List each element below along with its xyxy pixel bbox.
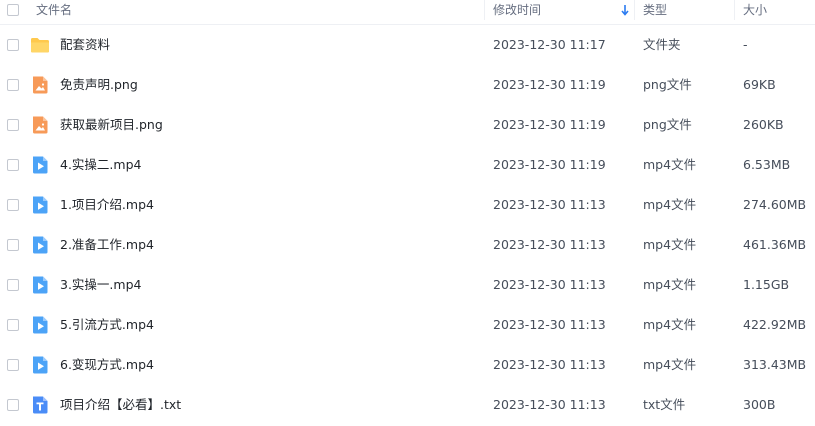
row-checkbox[interactable] <box>7 359 19 371</box>
file-name[interactable]: 项目介绍【必看】.txt <box>60 385 181 425</box>
file-modified-time: 2023-12-30 11:13 <box>493 277 606 292</box>
file-row[interactable]: 配套资料 2023-12-30 11:17 文件夹 - <box>0 25 815 65</box>
file-type: png文件 <box>643 77 692 92</box>
row-checkbox[interactable] <box>7 239 19 251</box>
file-modified-time: 2023-12-30 11:19 <box>493 77 606 92</box>
file-modified-time: 2023-12-30 11:19 <box>493 117 606 132</box>
row-checkbox[interactable] <box>7 399 19 411</box>
file-type: png文件 <box>643 117 692 132</box>
file-size: 300B <box>743 397 776 412</box>
file-modified-time: 2023-12-30 11:13 <box>493 197 606 212</box>
file-type: mp4文件 <box>643 197 697 212</box>
select-all-checkbox[interactable] <box>7 4 19 16</box>
file-name[interactable]: 2.准备工作.mp4 <box>60 225 154 265</box>
file-row[interactable]: 3.实操一.mp4 2023-12-30 11:13 mp4文件 1.15GB <box>0 265 815 305</box>
column-header-size[interactable]: 大小 <box>743 0 767 24</box>
file-name[interactable]: 6.变现方式.mp4 <box>60 345 154 385</box>
video-file-icon[interactable] <box>30 355 50 375</box>
file-size: 461.36MB <box>743 237 807 252</box>
column-divider[interactable] <box>734 0 735 20</box>
video-file-icon[interactable] <box>30 275 50 295</box>
video-file-icon[interactable] <box>30 315 50 335</box>
file-type: txt文件 <box>643 397 686 412</box>
column-header-type[interactable]: 类型 <box>643 0 667 24</box>
file-name[interactable]: 3.实操一.mp4 <box>60 265 141 305</box>
folder-icon[interactable] <box>30 35 50 55</box>
list-header: 文件名 修改时间 类型 大小 <box>0 0 815 25</box>
file-size: 69KB <box>743 77 776 92</box>
file-list: 文件名 修改时间 类型 大小 配套资料 2023-12-30 11:17 文件夹 - 免… <box>0 0 815 426</box>
row-checkbox[interactable] <box>7 319 19 331</box>
file-size: 313.43MB <box>743 357 807 372</box>
file-size: 1.15GB <box>743 277 790 292</box>
file-name[interactable]: 免责声明.png <box>60 65 138 105</box>
file-name[interactable]: 4.实操二.mp4 <box>60 145 141 185</box>
arrow-down-icon[interactable] <box>620 3 630 17</box>
file-modified-time: 2023-12-30 11:13 <box>493 237 606 252</box>
row-checkbox[interactable] <box>7 279 19 291</box>
text-file-icon[interactable] <box>30 395 50 415</box>
video-file-icon[interactable] <box>30 235 50 255</box>
file-row[interactable]: 免责声明.png 2023-12-30 11:19 png文件 69KB <box>0 65 815 105</box>
column-header-modified[interactable]: 修改时间 <box>493 0 541 24</box>
file-name[interactable]: 配套资料 <box>60 25 110 65</box>
file-modified-time: 2023-12-30 11:17 <box>493 37 606 52</box>
column-divider[interactable] <box>484 0 485 20</box>
file-modified-time: 2023-12-30 11:13 <box>493 397 606 412</box>
file-size: 274.60MB <box>743 197 807 212</box>
file-row[interactable]: 1.项目介绍.mp4 2023-12-30 11:13 mp4文件 274.60MB <box>0 185 815 225</box>
file-type: mp4文件 <box>643 157 697 172</box>
file-size: - <box>743 37 748 52</box>
column-divider[interactable] <box>634 0 635 20</box>
file-modified-time: 2023-12-30 11:19 <box>493 157 606 172</box>
file-type: mp4文件 <box>643 357 697 372</box>
file-type: mp4文件 <box>643 237 697 252</box>
file-row[interactable]: 获取最新项目.png 2023-12-30 11:19 png文件 260KB <box>0 105 815 145</box>
video-file-icon[interactable] <box>30 195 50 215</box>
file-modified-time: 2023-12-30 11:13 <box>493 317 606 332</box>
row-checkbox[interactable] <box>7 159 19 171</box>
file-row[interactable]: 6.变现方式.mp4 2023-12-30 11:13 mp4文件 313.43MB <box>0 345 815 385</box>
image-file-icon[interactable] <box>30 75 50 95</box>
file-row[interactable]: 4.实操二.mp4 2023-12-30 11:19 mp4文件 6.53MB <box>0 145 815 185</box>
file-name[interactable]: 5.引流方式.mp4 <box>60 305 154 345</box>
file-modified-time: 2023-12-30 11:13 <box>493 357 606 372</box>
file-name[interactable]: 获取最新项目.png <box>60 105 163 145</box>
column-header-name[interactable]: 文件名 <box>36 0 72 24</box>
row-checkbox[interactable] <box>7 79 19 91</box>
row-checkbox[interactable] <box>7 199 19 211</box>
file-size: 422.92MB <box>743 317 807 332</box>
file-row[interactable]: 2.准备工作.mp4 2023-12-30 11:13 mp4文件 461.36MB <box>0 225 815 265</box>
file-size: 260KB <box>743 117 784 132</box>
video-file-icon[interactable] <box>30 155 50 175</box>
row-checkbox[interactable] <box>7 39 19 51</box>
file-row[interactable]: 项目介绍【必看】.txt 2023-12-30 11:13 txt文件 300B <box>0 385 815 425</box>
image-file-icon[interactable] <box>30 115 50 135</box>
row-checkbox[interactable] <box>7 119 19 131</box>
file-size: 6.53MB <box>743 157 791 172</box>
file-type: mp4文件 <box>643 277 697 292</box>
file-type: mp4文件 <box>643 317 697 332</box>
file-row[interactable]: 5.引流方式.mp4 2023-12-30 11:13 mp4文件 422.92MB <box>0 305 815 345</box>
file-type: 文件夹 <box>643 37 681 52</box>
file-name[interactable]: 1.项目介绍.mp4 <box>60 185 154 225</box>
